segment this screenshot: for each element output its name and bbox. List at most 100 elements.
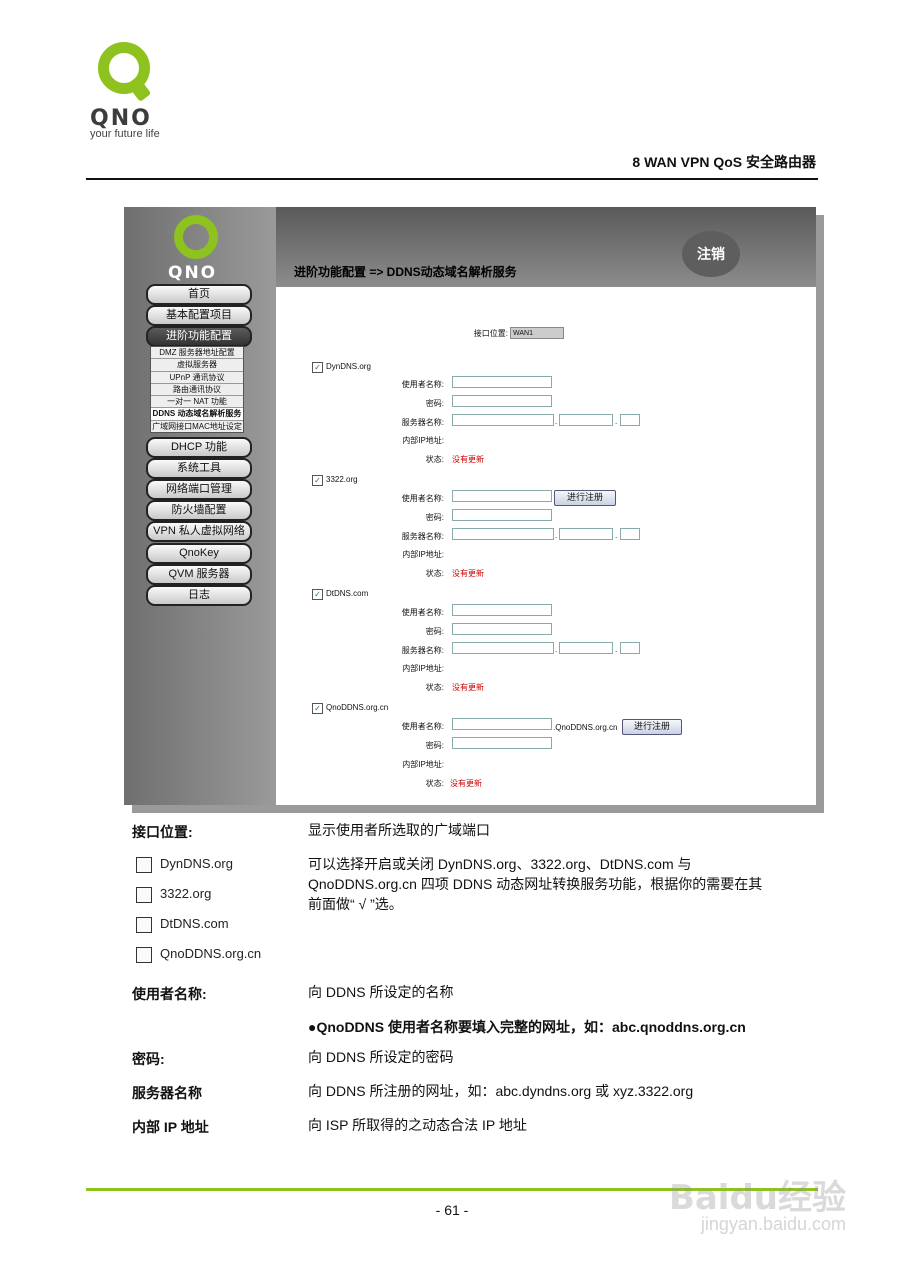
dtdns-dot-2: . bbox=[615, 645, 618, 654]
checkbox-icon bbox=[136, 946, 152, 963]
doc-interface-desc: 显示使用者所选取的广域端口 bbox=[308, 822, 490, 838]
subnav-ddns[interactable]: DDNS 动态域名解析服务 bbox=[151, 408, 243, 421]
qnoddns-pass-input[interactable] bbox=[452, 737, 552, 749]
qnoddns-checkbox[interactable]: ✓ bbox=[312, 703, 323, 714]
nav-system-tools[interactable]: 系统工具 bbox=[146, 458, 252, 479]
dtdns-server-host-input[interactable] bbox=[452, 642, 554, 654]
screenshot-logo-q-icon bbox=[174, 215, 218, 259]
3322-dot-1: . bbox=[555, 531, 558, 540]
nav-home[interactable]: 首页 bbox=[146, 284, 252, 305]
3322-server-host-input[interactable] bbox=[452, 528, 554, 540]
nav-port-management[interactable]: 网络端口管理 bbox=[146, 479, 252, 500]
dtdns-server-domain-input[interactable] bbox=[559, 642, 613, 654]
dtdns-pass-input[interactable] bbox=[452, 623, 552, 635]
dyndns-dot-2: . bbox=[615, 417, 618, 426]
subnav-virtual-server[interactable]: 虚拟服务器 bbox=[151, 359, 243, 372]
dtdns-label: DtDNS.com bbox=[326, 589, 369, 598]
screenshot-logo: QNO bbox=[154, 215, 244, 285]
logout-button[interactable]: 注销 bbox=[682, 231, 740, 277]
qnoddns-domain-suffix: .QnoDDNS.org.cn bbox=[553, 723, 618, 732]
doc-pass-label: 密码: bbox=[132, 1051, 165, 1067]
nav-firewall[interactable]: 防火墙配置 bbox=[146, 500, 252, 521]
doc-checkbox-qnoddns: QnoDDNS.org.cn bbox=[136, 946, 286, 963]
checkbox-icon bbox=[136, 916, 152, 933]
dtdns-server-tld-input[interactable] bbox=[620, 642, 640, 654]
screenshot-logo-wordmark: QNO bbox=[168, 263, 218, 283]
qnoddns-status-label: 状态: bbox=[425, 779, 444, 788]
nav-qnokey[interactable]: QnoKey bbox=[146, 543, 252, 564]
qnoddns-status-value: 没有更新 bbox=[450, 779, 482, 788]
3322-label: 3322.org bbox=[326, 475, 358, 484]
dtdns-pass-label: 密码: bbox=[425, 627, 444, 636]
dtdns-ip-label: 内部IP地址: bbox=[402, 664, 444, 673]
doc-user-label: 使用者名称: bbox=[132, 986, 207, 1002]
3322-checkbox[interactable]: ✓ bbox=[312, 475, 323, 486]
dtdns-user-input[interactable] bbox=[452, 604, 552, 616]
doc-user-note: ●QnoDDNS 使用者名称要填入完整的网址，如：abc.qnoddns.org… bbox=[308, 1019, 746, 1035]
doc-user-desc: 向 DDNS 所设定的名称 bbox=[308, 984, 454, 1000]
3322-dot-2: . bbox=[615, 531, 618, 540]
dyndns-pass-input[interactable] bbox=[452, 395, 552, 407]
3322-server-domain-input[interactable] bbox=[559, 528, 613, 540]
3322-user-input[interactable] bbox=[452, 490, 552, 502]
dtdns-status-value: 没有更新 bbox=[452, 683, 484, 692]
subnav-upnp[interactable]: UPnP 通讯协议 bbox=[151, 372, 243, 384]
advanced-subnav: DMZ 服务器地址配置 虚拟服务器 UPnP 通讯协议 路由通讯协议 一对一 N… bbox=[150, 346, 244, 434]
doc-checkbox-dtdns-label: DtDNS.com bbox=[160, 916, 229, 931]
nav-log[interactable]: 日志 bbox=[146, 585, 252, 606]
dyndns-pass-label: 密码: bbox=[425, 399, 444, 408]
dyndns-server-domain-input[interactable] bbox=[559, 414, 613, 426]
dtdns-status-label: 状态: bbox=[425, 683, 444, 692]
doc-interface-label: 接口位置: bbox=[132, 824, 193, 840]
dyndns-status-label: 状态: bbox=[425, 455, 444, 464]
qnoddns-user-input[interactable] bbox=[452, 718, 552, 730]
baidu-watermark: Baidu经验 bbox=[668, 1178, 846, 1218]
doc-checkbox-dyndns-label: DynDNS.org bbox=[160, 856, 233, 871]
doc-checkbox-desc-line1: 可以选择开启或关闭 DynDNS.org、3322.org、DtDNS.com … bbox=[308, 856, 692, 872]
qnoddns-register-button[interactable]: 进行注册 bbox=[622, 719, 682, 735]
doc-checkbox-desc-line3: 前面做“ √ ”选。 bbox=[308, 896, 403, 912]
dyndns-server-host-input[interactable] bbox=[452, 414, 554, 426]
nav-advanced-config[interactable]: 进阶功能配置 bbox=[146, 326, 252, 347]
doc-checkbox-3322-label: 3322.org bbox=[160, 886, 212, 901]
dyndns-dot-1: . bbox=[555, 417, 558, 426]
nav-vpn[interactable]: VPN 私人虚拟网络 bbox=[146, 521, 252, 542]
qnoddns-label: QnoDDNS.org.cn bbox=[326, 703, 389, 712]
dyndns-checkbox[interactable]: ✓ bbox=[312, 362, 323, 373]
doc-pass-desc: 向 DDNS 所设定的密码 bbox=[308, 1049, 454, 1065]
nav-basic-config[interactable]: 基本配置项目 bbox=[146, 305, 252, 326]
screenshot-page-heading: 进阶功能配置 => DDNS动态域名解析服务 bbox=[294, 265, 517, 279]
dyndns-server-tld-input[interactable] bbox=[620, 414, 640, 426]
baidu-watermark-url: jingyan.baidu.com bbox=[700, 1214, 846, 1234]
dtdns-dot-1: . bbox=[555, 645, 558, 654]
3322-pass-label: 密码: bbox=[425, 513, 444, 522]
checkbox-icon bbox=[136, 886, 152, 903]
doc-checkbox-desc-line2: QnoDDNS.org.cn 四项 DDNS 动态网址转换服务功能，根据你的需要… bbox=[308, 876, 763, 892]
subnav-wan-mac[interactable]: 广域网接口MAC地址设定 bbox=[151, 421, 243, 432]
interface-value: WAN1 bbox=[510, 327, 564, 339]
qnoddns-user-label: 使用者名称: bbox=[401, 722, 444, 731]
dyndns-user-input[interactable] bbox=[452, 376, 552, 388]
interface-label: 接口位置: bbox=[473, 329, 508, 338]
3322-pass-input[interactable] bbox=[452, 509, 552, 521]
dtdns-server-label: 服务器名称: bbox=[401, 646, 444, 655]
nav-qvm-server[interactable]: QVM 服务器 bbox=[146, 564, 252, 585]
doc-checkbox-3322: 3322.org bbox=[136, 886, 286, 903]
nav-dhcp[interactable]: DHCP 功能 bbox=[146, 437, 252, 458]
doc-checkbox-qnoddns-label: QnoDDNS.org.cn bbox=[160, 946, 262, 961]
header-divider bbox=[86, 178, 818, 180]
subnav-dmz[interactable]: DMZ 服务器地址配置 bbox=[151, 347, 243, 360]
checkbox-icon bbox=[136, 856, 152, 873]
dtdns-checkbox[interactable]: ✓ bbox=[312, 589, 323, 600]
3322-server-tld-input[interactable] bbox=[620, 528, 640, 540]
dyndns-ip-label: 内部IP地址: bbox=[402, 436, 444, 445]
3322-status-value: 没有更新 bbox=[452, 569, 484, 578]
3322-ip-label: 内部IP地址: bbox=[402, 550, 444, 559]
subnav-routing[interactable]: 路由通讯协议 bbox=[151, 384, 243, 397]
3322-register-button[interactable]: 进行注册 bbox=[554, 490, 616, 506]
subnav-nat[interactable]: 一对一 NAT 功能 bbox=[151, 396, 243, 409]
doc-ip-desc: 向 ISP 所取得的之动态合法 IP 地址 bbox=[308, 1117, 527, 1133]
dyndns-user-label: 使用者名称: bbox=[401, 380, 444, 389]
qnoddns-pass-label: 密码: bbox=[425, 741, 444, 750]
doc-checkbox-dyndns: DynDNS.org bbox=[136, 856, 286, 873]
